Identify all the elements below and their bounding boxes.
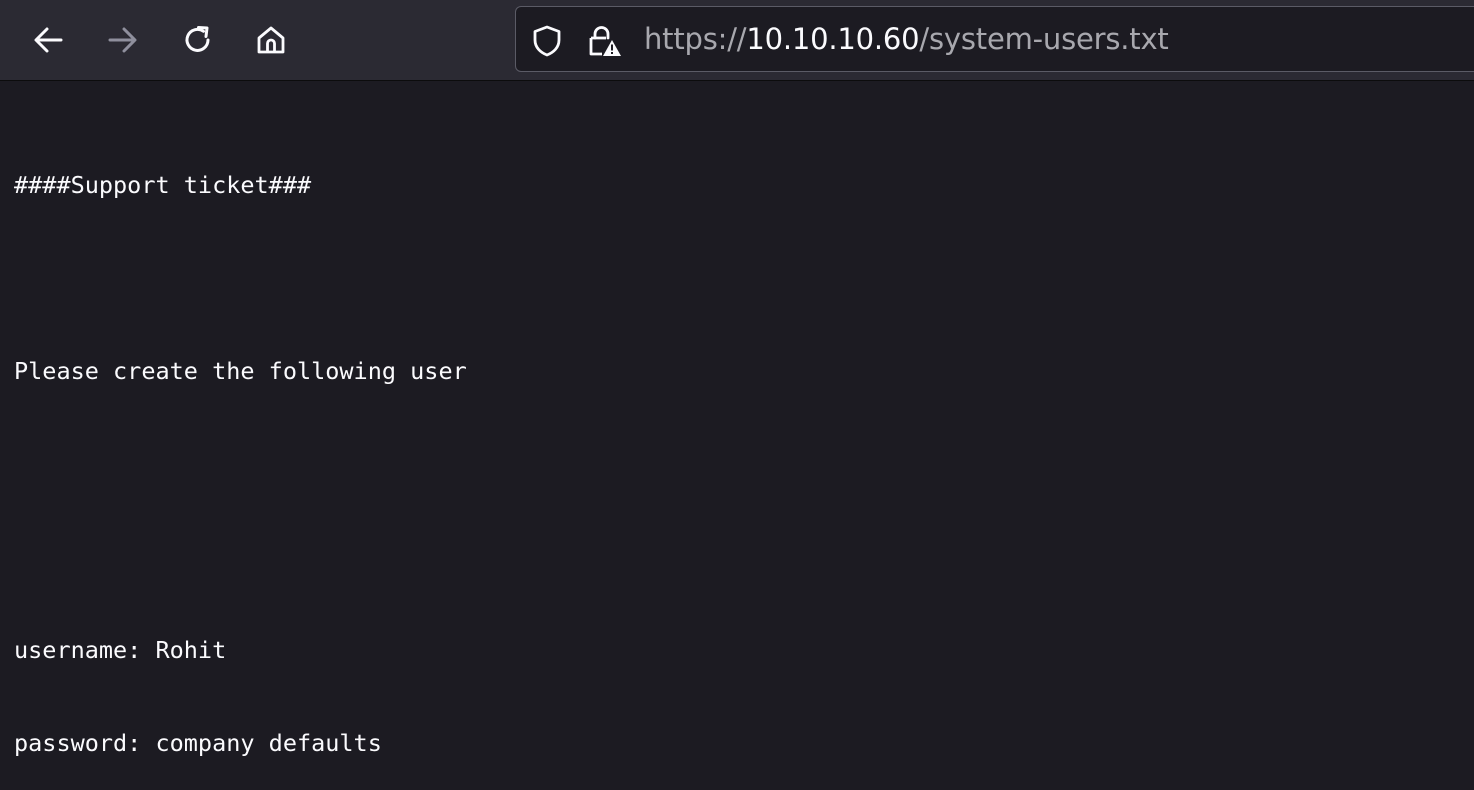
plain-text-document: ####Support ticket### Please create the … <box>14 108 467 790</box>
arrow-left-icon <box>31 25 65 55</box>
url-bar[interactable]: https://10.10.10.60/system-users.txt <box>515 6 1474 72</box>
reload-button[interactable] <box>176 17 220 63</box>
url-text[interactable]: https://10.10.10.60/system-users.txt <box>644 21 1169 57</box>
reload-icon <box>181 23 215 57</box>
back-button[interactable] <box>26 17 70 63</box>
username-line: username: Rohit <box>14 636 227 664</box>
url-scheme: https:// <box>644 22 747 56</box>
document-request: Please create the following user <box>14 357 467 385</box>
shield-icon[interactable] <box>530 24 564 58</box>
home-button[interactable] <box>249 17 293 63</box>
url-host: 10.10.10.60 <box>746 22 920 56</box>
arrow-right-icon <box>106 25 140 55</box>
lock-warning-icon[interactable] <box>586 24 622 58</box>
url-path: /system-users.txt <box>919 22 1169 56</box>
document-heading: ####Support ticket### <box>14 171 312 199</box>
browser-toolbar: https://10.10.10.60/system-users.txt <box>0 0 1474 81</box>
password-line: password: company defaults <box>14 729 382 757</box>
forward-button[interactable] <box>101 17 145 63</box>
home-icon <box>254 23 288 57</box>
